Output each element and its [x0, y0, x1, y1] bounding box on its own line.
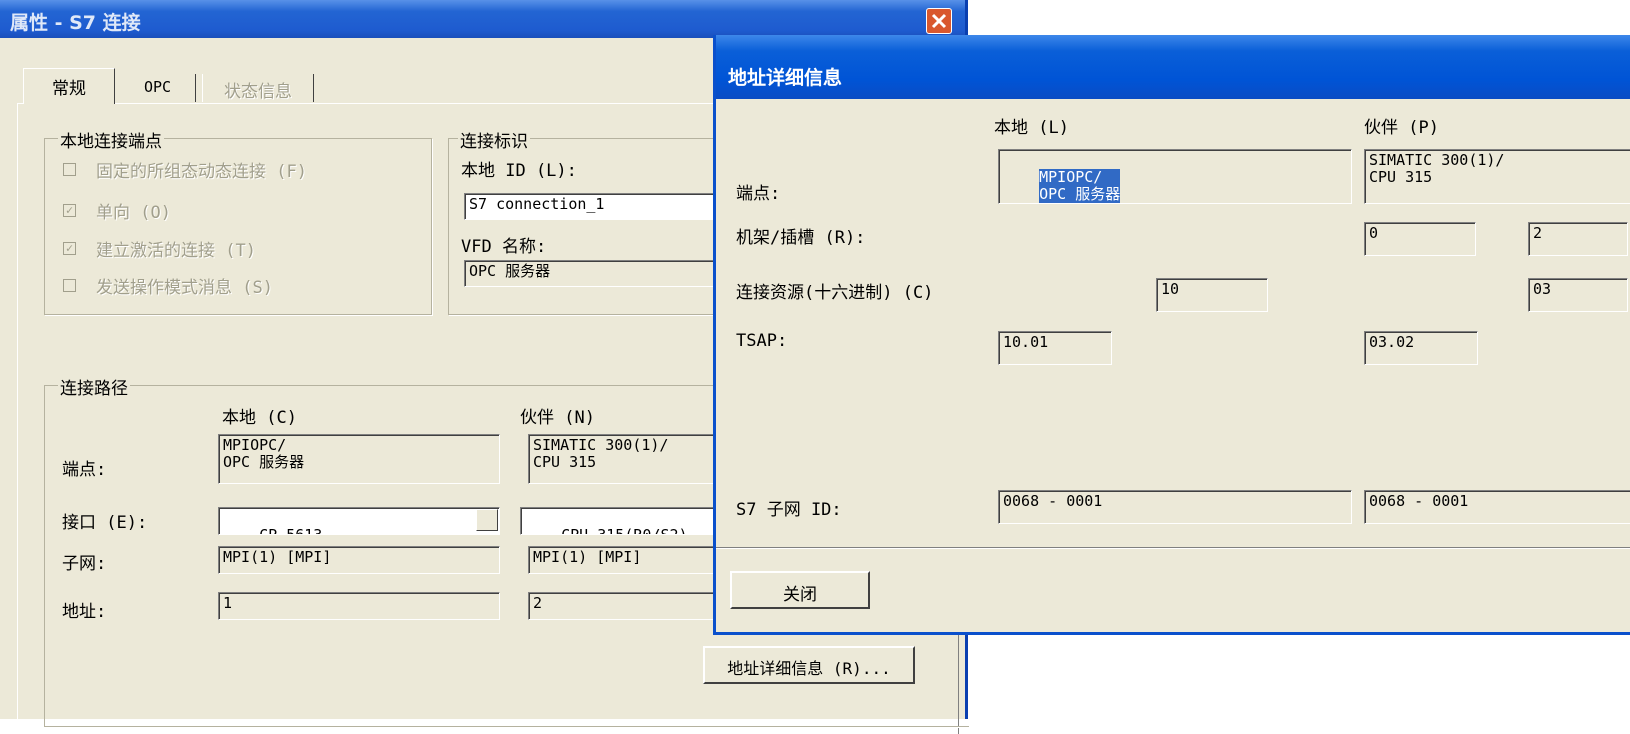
addr-partner-header: 伙伴 (P) — [1364, 118, 1439, 138]
path-partner-header: 伙伴 (N) — [520, 408, 595, 428]
interface-partner-value: CPU 315(R0/S2) — [561, 526, 688, 535]
conn-id-label: 连接标识 — [458, 127, 530, 152]
active-conn-label: 建立激活的连接 (T) — [96, 241, 256, 261]
vfd-name-label: VFD 名称: — [461, 237, 547, 257]
close-dialog-button-label: 关闭 — [783, 585, 817, 605]
send-mode-checkbox[interactable] — [63, 279, 76, 292]
address-local: 1 — [218, 592, 500, 620]
address-details-separator — [716, 547, 1630, 549]
addr-endpoint-partner: SIMATIC 300(1)/ CPU 315 — [1364, 149, 1630, 204]
fixed-dynamic-checkbox[interactable] — [63, 163, 76, 176]
tsap-local: 10.01 — [998, 331, 1112, 365]
interface-select[interactable]: CP 5613 — [218, 507, 500, 535]
interface-dropdown-button[interactable] — [476, 509, 498, 531]
close-button[interactable] — [926, 8, 952, 34]
conn-resource-label: 连接资源(十六进制) (C) — [736, 283, 934, 303]
interface-label: 接口 (E): — [62, 513, 148, 533]
local-id-input[interactable]: S7 connection_1 — [464, 193, 724, 220]
addr-endpoint-label: 端点: — [736, 184, 781, 204]
addr-endpoint-local-text: MPIOPC/ OPC 服务器 — [1039, 168, 1121, 203]
rack-slot-label: 机架/插槽 (R): — [736, 228, 866, 248]
tab-status-label: 状态信息 — [224, 82, 292, 102]
local-endpoint-label: 本地连接端点 — [58, 127, 164, 152]
s7-subnet-id-local: 0068 - 0001 — [998, 490, 1352, 524]
addr-local-header: 本地 (L) — [994, 118, 1069, 138]
interface-select-value: CP 5613 — [259, 526, 323, 535]
subnet-local: MPI(1) [MPI] — [218, 546, 500, 574]
slot-partner: 2 — [1528, 222, 1628, 256]
active-conn-checkbox[interactable]: ✓ — [63, 242, 76, 255]
oneway-label: 单向 (O) — [96, 203, 171, 223]
tsap-label: TSAP: — [736, 331, 788, 351]
conn-path-label: 连接路径 — [58, 374, 130, 399]
s7-subnet-id-partner: 0068 - 0001 — [1364, 490, 1630, 524]
subnet-label: 子网: — [62, 554, 107, 574]
send-mode-label: 发送操作模式消息 (S) — [96, 278, 273, 298]
tab-opc[interactable]: OPC — [120, 74, 196, 102]
path-endpoint-local: MPIOPC/ OPC 服务器 — [218, 434, 500, 484]
local-id-label: 本地 ID (L): — [461, 161, 577, 181]
tab-general-label: 常规 — [52, 79, 86, 99]
properties-titlebar[interactable]: 属性 - S7 连接 — [0, 0, 965, 38]
tab-opc-label: OPC — [143, 78, 172, 96]
path-endpoint-partner: SIMATIC 300(1)/ CPU 315 — [528, 434, 718, 484]
conn-resource-local: 10 — [1156, 278, 1268, 312]
rack-partner: 0 — [1364, 222, 1476, 256]
conn-resource-partner: 03 — [1528, 278, 1628, 312]
tsap-partner: 03.02 — [1364, 331, 1478, 365]
subnet-partner: MPI(1) [MPI] — [528, 546, 718, 574]
vfd-name-field: OPC 服务器 — [464, 260, 724, 287]
addr-endpoint-local: MPIOPC/ OPC 服务器 — [998, 149, 1352, 204]
address-label: 地址: — [62, 602, 107, 622]
address-details-title: 地址详细信息 — [728, 67, 843, 89]
fixed-dynamic-label: 固定的所组态动态连接 (F) — [96, 162, 307, 182]
address-partner: 2 — [528, 592, 718, 620]
path-local-header: 本地 (C) — [222, 408, 297, 428]
address-details-button-label: 地址详细信息 (R)... — [727, 659, 891, 678]
s7-subnet-id-label: S7 子网 ID: — [736, 500, 842, 520]
address-details-dialog: 地址详细信息 本地 (L) 伙伴 (P) 端点: MPIOPC/ OPC 服务器… — [713, 35, 1630, 635]
path-endpoint-label: 端点: — [62, 460, 107, 480]
tab-general[interactable]: 常规 — [23, 68, 115, 104]
address-details-titlebar[interactable]: 地址详细信息 — [716, 35, 1630, 99]
oneway-checkbox[interactable]: ✓ — [63, 204, 76, 217]
tab-status[interactable]: 状态信息 — [202, 74, 314, 102]
address-details-button[interactable]: 地址详细信息 (R)... — [703, 646, 915, 684]
interface-partner-select[interactable]: CPU 315(R0/S2) — [520, 507, 720, 535]
properties-title: 属性 - S7 连接 — [10, 12, 141, 34]
close-dialog-button[interactable]: 关闭 — [730, 571, 870, 609]
close-icon — [931, 13, 947, 29]
